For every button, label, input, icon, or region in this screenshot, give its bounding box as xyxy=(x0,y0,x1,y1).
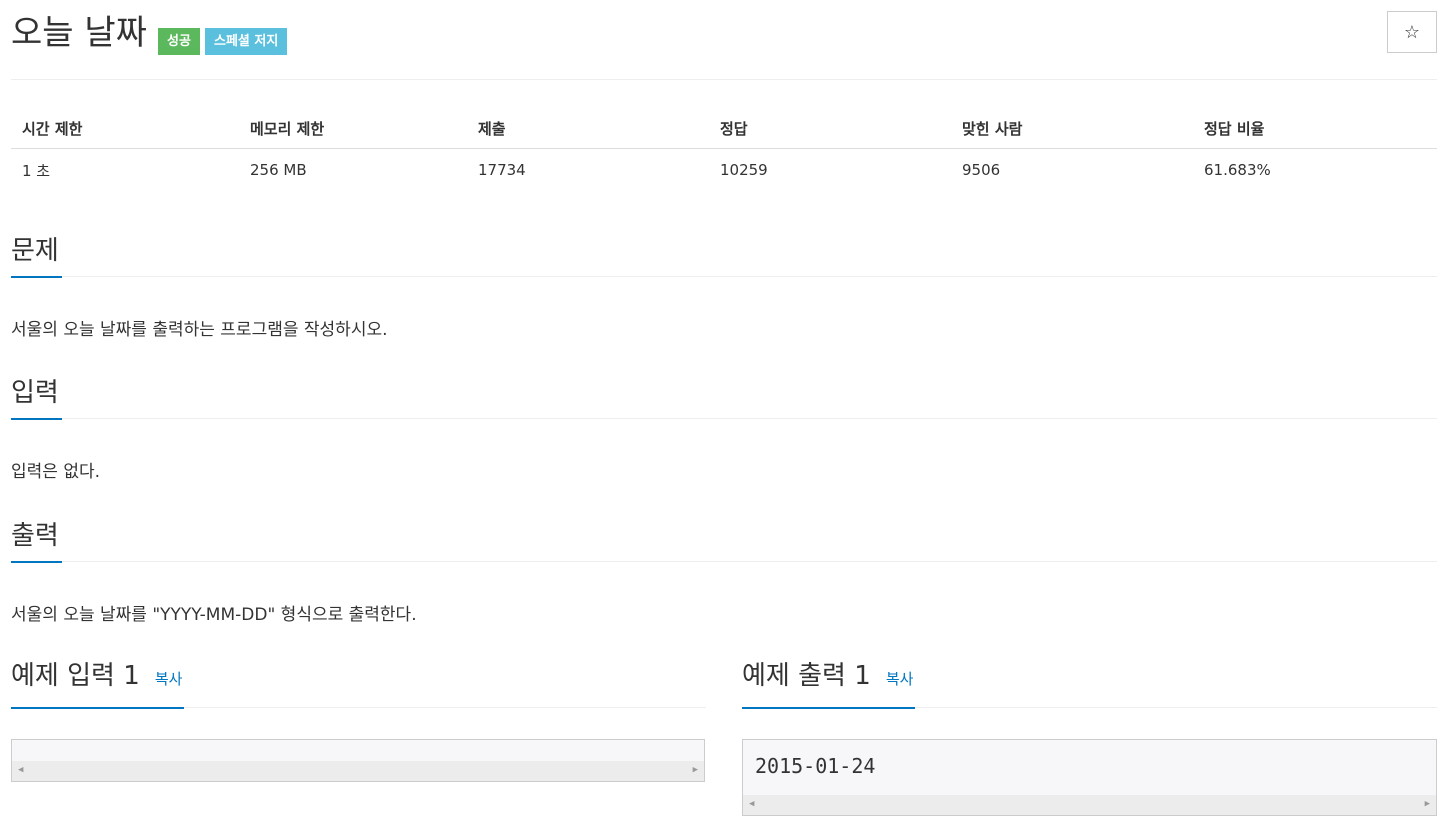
scroll-left-icon[interactable]: ◀ xyxy=(749,799,754,809)
star-icon: ☆ xyxy=(1403,21,1421,43)
stats-header-solvers: 맞힌 사람 xyxy=(951,108,1193,149)
stats-value-row: 1 초 256 MB 17734 10259 9506 61.683% xyxy=(11,149,1437,192)
stats-header-row: 시간 제한 메모리 제한 제출 정답 맞힌 사람 정답 비율 xyxy=(11,108,1437,149)
sample-input-box: ◀ ▶ xyxy=(11,739,705,782)
horizontal-scrollbar[interactable]: ◀ ▶ xyxy=(743,795,1436,815)
output-section-header: 출력 xyxy=(11,520,1437,563)
input-description: 입력은 없다. xyxy=(11,462,101,482)
stats-solvers: 9506 xyxy=(962,161,1001,179)
problem-page: 오늘 날짜 성공 스페셜 저지 ☆ 시간 제한 메모리 제한 제출 정답 맞힌 … xyxy=(11,0,1437,816)
section-underline xyxy=(742,707,915,709)
problem-description: 서울의 오늘 날짜를 출력하는 프로그램을 작성하시오. xyxy=(11,320,388,340)
favorite-button[interactable]: ☆ xyxy=(1387,11,1437,53)
section-underline xyxy=(11,561,62,563)
copy-sample-output-button[interactable]: 복사 xyxy=(886,670,914,688)
scroll-right-icon[interactable]: ▶ xyxy=(1425,799,1430,809)
stats-accept-ratio: 61.683% xyxy=(1204,161,1271,179)
problem-stats-table: 시간 제한 메모리 제한 제출 정답 맞힌 사람 정답 비율 1 초 256 M… xyxy=(11,108,1437,191)
problem-section-header: 문제 xyxy=(11,235,1437,278)
horizontal-scrollbar[interactable]: ◀ ▶ xyxy=(12,761,704,781)
problem-section: 문제 서울의 오늘 날짜를 출력하는 프로그램을 작성하시오. xyxy=(11,235,1437,340)
sample-output-title: 예제 출력 1 xyxy=(742,661,871,691)
output-section: 출력 서울의 오늘 날짜를 "YYYY-MM-DD" 형식으로 출력한다. xyxy=(11,520,1437,625)
sample-output-header: 예제 출력 1 복사 xyxy=(742,660,1437,709)
sample-input-header: 예제 입력 1 복사 xyxy=(11,660,706,709)
sample-output-content: 2015-01-24 xyxy=(755,754,876,778)
input-section: 입력 입력은 없다. xyxy=(11,377,1437,482)
problem-section-title: 문제 xyxy=(11,236,59,266)
stats-header-memory-limit: 메모리 제한 xyxy=(239,108,467,149)
section-underline xyxy=(11,276,62,278)
section-underline xyxy=(11,418,62,420)
stats-header-accepted: 정답 xyxy=(709,108,951,149)
input-section-header: 입력 xyxy=(11,377,1437,420)
stats-header-submissions: 제출 xyxy=(467,108,709,149)
scroll-right-icon[interactable]: ▶ xyxy=(693,765,698,775)
sample-output-section: 예제 출력 1 복사 2015-01-24 ◀ ▶ xyxy=(742,660,1437,816)
stats-submissions: 17734 xyxy=(478,161,526,179)
sample-input-title: 예제 입력 1 xyxy=(11,661,140,691)
problem-title: 오늘 날짜 xyxy=(11,13,147,53)
copy-sample-input-button[interactable]: 복사 xyxy=(155,670,183,688)
sample-output-box: 2015-01-24 ◀ ▶ xyxy=(742,739,1437,816)
stats-header-time-limit: 시간 제한 xyxy=(11,108,239,149)
stats-memory-limit: 256 MB xyxy=(250,161,307,179)
section-underline xyxy=(11,707,184,709)
special-judge-badge: 스페셜 저지 xyxy=(205,28,288,55)
stats-time-limit: 1 초 xyxy=(22,161,51,180)
status-badge-success: 성공 xyxy=(158,28,200,55)
sample-input-section: 예제 입력 1 복사 ◀ ▶ xyxy=(11,660,706,782)
output-description: 서울의 오늘 날짜를 "YYYY-MM-DD" 형식으로 출력한다. xyxy=(11,605,417,625)
problem-header: 오늘 날짜 성공 스페셜 저지 ☆ xyxy=(11,0,1437,80)
stats-header-accept-ratio: 정답 비율 xyxy=(1193,108,1437,149)
stats-accepted: 10259 xyxy=(720,161,768,179)
output-section-title: 출력 xyxy=(11,521,59,551)
input-section-title: 입력 xyxy=(11,378,59,408)
scroll-left-icon[interactable]: ◀ xyxy=(18,765,23,775)
